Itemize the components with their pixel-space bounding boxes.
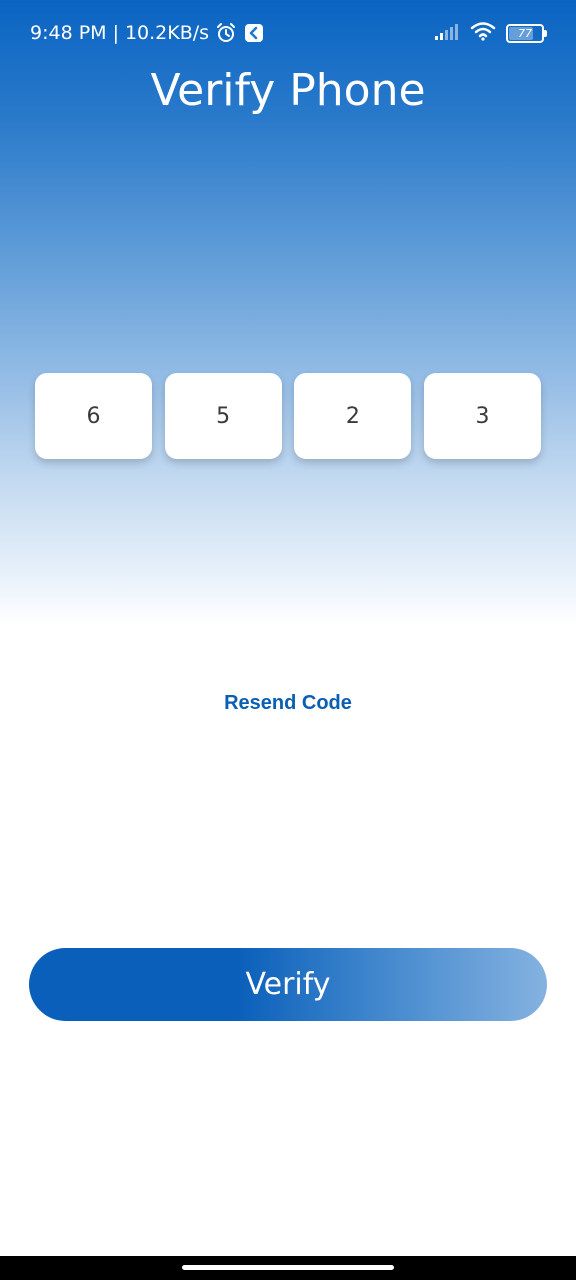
battery-icon: 77 xyxy=(506,23,547,43)
signal-icon xyxy=(434,22,460,45)
verify-phone-screen: 9:48 PM | 10.2KB/s 77 Verify Phone 6 5 2… xyxy=(0,0,576,1280)
alarm-icon xyxy=(215,22,237,44)
status-time: 9:48 PM xyxy=(30,22,107,44)
battery-level: 77 xyxy=(518,26,532,40)
app-notification-icon xyxy=(243,22,265,44)
code-digit-input-2[interactable]: 5 xyxy=(164,373,282,459)
status-left: 9:48 PM | 10.2KB/s xyxy=(30,20,265,46)
status-separator: | xyxy=(112,22,119,44)
code-digit-input-1[interactable]: 6 xyxy=(35,373,152,459)
wifi-icon xyxy=(470,21,496,46)
status-bar: 9:48 PM | 10.2KB/s 77 xyxy=(0,0,576,64)
resend-code-link[interactable]: Resend Code xyxy=(0,692,576,715)
code-digit-input-3[interactable]: 2 xyxy=(294,373,412,459)
home-indicator[interactable] xyxy=(182,1265,394,1270)
page-title: Verify Phone xyxy=(150,65,426,116)
verify-button[interactable]: Verify xyxy=(29,948,547,1021)
navigation-bar xyxy=(0,1256,576,1280)
status-network-speed: 10.2KB/s xyxy=(124,22,210,44)
status-right: 77 xyxy=(434,20,547,46)
code-digit-input-4[interactable]: 3 xyxy=(423,373,541,459)
verification-code-inputs: 6 5 2 3 xyxy=(35,373,541,459)
